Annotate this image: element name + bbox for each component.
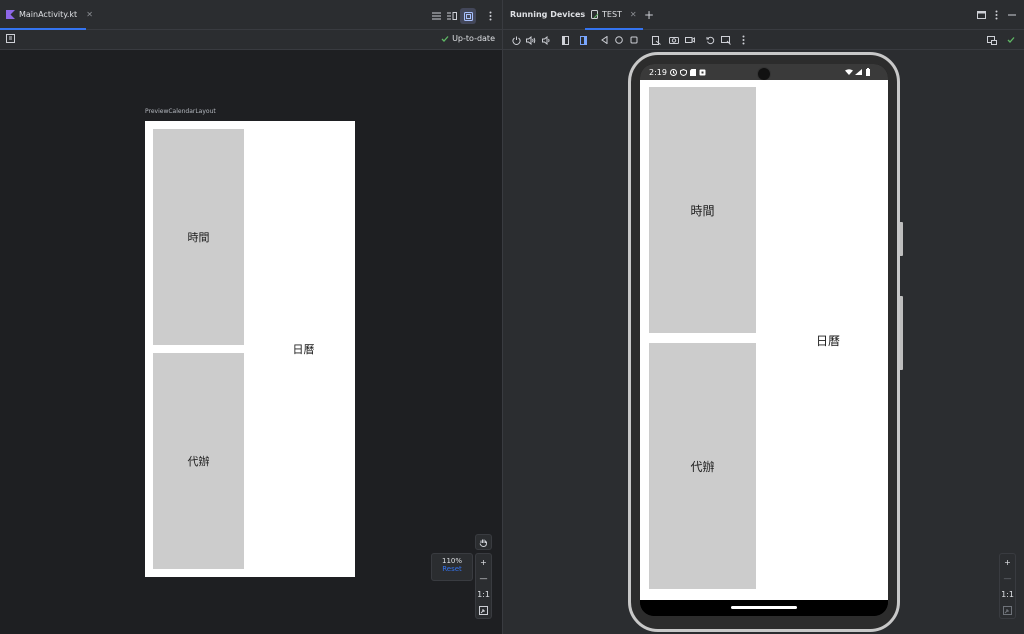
zoom-reset-link[interactable]: Reset [432,565,472,573]
notification-icon [699,69,706,76]
tab-test-device[interactable]: TEST ✕ [585,0,643,30]
check-icon [441,35,449,43]
preview-calendar-label: 日曆 [292,343,315,356]
front-camera [757,67,771,81]
editor-tab-bar: MainActivity.kt ✕ [0,0,502,30]
compose-preview[interactable]: 時間 代辦 日曆 [145,121,355,577]
signal-icon [855,69,862,75]
app-time-label: 時間 [690,203,715,218]
zoom-in-button[interactable]: + [480,554,487,570]
app-todo-box: 代辦 [649,343,756,589]
volume-up-icon[interactable] [524,33,538,47]
status-badge: Up-to-date [441,34,495,43]
wifi-icon [845,69,853,75]
running-devices-title: Running Devices [510,10,586,19]
status-time: 2:19 [649,67,667,77]
snapshot-icon[interactable] [703,33,717,47]
preview-todo-label: 代辦 [187,455,210,468]
preview-time-label: 時間 [187,231,210,244]
device-icon [591,9,599,19]
navigation-bar [640,600,888,616]
device-toolbar [503,30,1024,50]
device-zoom-controls: + — 1:1 [999,553,1016,619]
app-time-box: 時間 [649,87,756,333]
back-icon[interactable] [597,33,611,47]
close-tab-icon[interactable]: ✕ [630,10,637,19]
running-devices-pane: Running Devices TEST ✕ + 2:19 時間 代辦 日曆 +… [503,0,1024,634]
security-icon [679,68,687,76]
preview-time-box: 時間 [153,129,244,345]
preview-options-icon[interactable] [6,34,16,44]
device-frame-icon[interactable] [985,33,999,47]
device-display-area: 2:19 時間 代辦 日曆 + — 1:1 [503,50,1024,634]
device-tab-label: TEST [602,9,622,19]
home-icon[interactable] [612,33,626,47]
hand-icon[interactable] [479,535,488,549]
device-actual-size-button[interactable]: 1:1 [1001,586,1014,602]
preview-name: PreviewCalendarLayout [145,108,216,115]
kotlin-file-icon [6,9,15,19]
more-options-icon[interactable] [482,8,498,24]
more-options-icon[interactable] [995,10,998,20]
minimize-icon[interactable] [1008,14,1016,16]
rotate-left-icon[interactable] [559,33,573,47]
fit-screen-icon[interactable] [479,602,488,618]
app-content: 時間 代辦 日曆 [640,80,888,600]
device-zoom-in-button[interactable]: + [1004,554,1011,570]
zoom-out-button[interactable]: — [480,570,488,586]
device-screen[interactable]: 2:19 時間 代辦 日曆 [640,64,888,616]
power-icon[interactable] [509,33,523,47]
editor-pane: MainActivity.kt ✕ Up-to-date PreviewCale… [0,0,502,634]
screen-record-icon[interactable] [683,33,697,47]
more-options-icon[interactable] [736,33,750,47]
preview-todo-box: 代辦 [153,353,244,569]
screenshot-icon[interactable] [667,33,681,47]
fold-icon[interactable] [649,33,663,47]
zoom-indicator: 110% Reset [431,553,473,581]
check-icon [1004,33,1018,47]
zoom-controls: + — 1:1 [475,553,492,619]
status-text: Up-to-date [452,34,495,43]
app-todo-label: 代辦 [690,459,715,474]
tab-label: MainActivity.kt [19,9,78,19]
volume-down-icon[interactable] [539,33,553,47]
zoom-value: 110% [441,557,462,565]
alarm-icon [669,68,677,76]
code-view-icon[interactable] [428,8,444,24]
battery-icon [866,68,870,76]
device-fit-screen-icon[interactable] [1003,602,1012,618]
gesture-handle[interactable] [731,606,797,609]
app-calendar-label: 日曆 [815,333,840,348]
preview-toolbar: Up-to-date [0,30,502,50]
window-layout-icon[interactable] [977,11,986,19]
phone-frame: 2:19 時間 代辦 日曆 [628,52,900,632]
close-tab-icon[interactable]: ✕ [86,10,93,19]
rotate-right-icon[interactable] [575,33,589,47]
sd-card-icon [689,68,696,76]
actual-size-button[interactable]: 1:1 [477,586,490,602]
clipboard-icon[interactable] [719,33,733,47]
tab-mainactivity[interactable]: MainActivity.kt ✕ [0,0,93,30]
preview-calendar-area: 日曆 [252,121,355,577]
add-device-button[interactable]: + [644,8,654,22]
design-view-icon[interactable] [460,8,476,24]
device-zoom-out-button[interactable]: — [1004,570,1012,586]
app-calendar-area: 日曆 [768,80,888,600]
pan-tool[interactable] [475,534,492,550]
overview-icon[interactable] [627,33,641,47]
split-view-icon[interactable] [444,8,460,24]
running-devices-header: Running Devices TEST ✕ + [503,0,1024,30]
